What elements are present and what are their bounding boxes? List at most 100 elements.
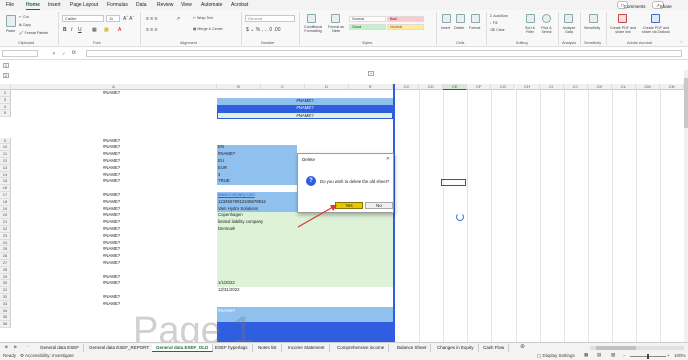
cell-b[interactable]: #NAME? (218, 294, 235, 301)
row-header[interactable]: 2 (0, 90, 11, 97)
row-header[interactable]: 12 (0, 158, 11, 165)
row-header[interactable]: 23 (0, 232, 11, 240)
cell-a[interactable]: #NAME? (103, 246, 120, 253)
row-header[interactable]: 4 (0, 103, 11, 111)
cut-button[interactable]: ✂ Cut (19, 15, 29, 19)
underline-icon[interactable]: U (78, 27, 82, 33)
row-header[interactable]: 11 (0, 151, 11, 158)
sheet-tab-active[interactable]: General data ESEF_OLD (152, 344, 214, 352)
menu-automate[interactable]: Automate (201, 2, 222, 8)
cell-b[interactable]: www.company.com (218, 192, 255, 199)
currency-icon[interactable]: $ ⌄ % , ←0 .00 (246, 27, 280, 33)
row-header[interactable]: 26 (0, 253, 11, 260)
close-icon[interactable]: ✕ (386, 156, 390, 162)
cell-a[interactable]: #NAME? (103, 233, 120, 240)
accessibility-status[interactable]: ⚙ Accessibility: Investigate (20, 353, 74, 359)
cell-b[interactable]: EN (218, 144, 224, 151)
cell-b[interactable]: Denmark (218, 226, 235, 233)
align-top-icon[interactable]: ≡ ≡ ≡ (146, 16, 158, 22)
clear-button[interactable]: ⌫ Clear (490, 28, 505, 32)
cell-b[interactable]: 1/1/2022 (218, 280, 235, 287)
vertical-scroll-thumb[interactable] (684, 78, 688, 128)
column-header[interactable]: CC (395, 84, 420, 90)
borders-icon[interactable]: ▦ (92, 27, 97, 33)
zoom-slider[interactable] (630, 353, 666, 359)
column-header-c[interactable]: C (261, 84, 305, 90)
row-header[interactable]: 24 (0, 239, 11, 247)
cell-a[interactable]: #NAME? (103, 280, 120, 287)
sort-filter-icon[interactable] (526, 14, 535, 23)
zoom-in-icon[interactable]: + (667, 353, 670, 358)
cell-b[interactable]: limited liability company (218, 219, 263, 226)
insert-cells-icon[interactable] (442, 14, 451, 23)
column-header[interactable]: CN (660, 84, 684, 90)
cell-a[interactable]: #NAME? (103, 151, 120, 158)
menu-view[interactable]: View (181, 2, 192, 8)
format-table-icon[interactable] (331, 14, 340, 23)
cell-a[interactable]: #NAME? (103, 294, 120, 301)
cell-a[interactable]: #NAME? (103, 178, 120, 185)
sheet-tab[interactable]: Comprehensive income (333, 344, 390, 352)
sheet-tab[interactable]: General data ESEF_REPORT (85, 344, 155, 352)
menu-formulas[interactable]: Formulas (107, 2, 128, 8)
row-header[interactable]: 27 (0, 260, 11, 267)
sheet-tab[interactable]: General data ESEF (36, 344, 85, 352)
row-header[interactable]: 16 (0, 185, 11, 192)
cell-a[interactable]: #NAME? (103, 206, 120, 213)
create-pdf-icon[interactable] (618, 14, 627, 23)
analyze-data-icon[interactable] (564, 14, 573, 23)
row-header[interactable]: 19 (0, 205, 11, 213)
menu-file[interactable]: File (6, 2, 14, 8)
align-left-icon[interactable]: ≡ ≡ ≡ (146, 27, 158, 33)
cell-a[interactable]: #NAME? (103, 172, 120, 179)
horizontal-scroll-thumb[interactable] (596, 346, 636, 350)
delete-cells-icon[interactable] (456, 14, 465, 23)
tab-prev-icon[interactable]: ◀ (4, 344, 7, 350)
style-neutral[interactable]: Neutral (387, 24, 424, 30)
vertical-scrollbar[interactable] (684, 70, 688, 342)
row-header[interactable]: 30 (0, 280, 11, 288)
paste-icon[interactable] (6, 15, 16, 27)
font-size-select[interactable]: 11 (106, 15, 120, 22)
row-header[interactable]: 22 (0, 226, 11, 233)
cell-a[interactable]: #NAME? (103, 192, 120, 199)
formula-input[interactable] (86, 50, 682, 57)
cell-b[interactable]: Vam Hydro Solutions (218, 206, 258, 213)
number-format-select[interactable]: General (245, 15, 295, 22)
font-color-icon[interactable]: A (118, 27, 121, 33)
column-header-d[interactable]: D (305, 84, 349, 90)
menu-acrobat[interactable]: Acrobat (231, 2, 248, 8)
add-sheet-icon[interactable]: ⊕ (520, 343, 525, 350)
italic-icon[interactable]: I (71, 27, 72, 33)
collapse-ribbon-icon[interactable]: ⌃ (680, 41, 683, 45)
cell-a[interactable]: #NAME? (103, 219, 120, 226)
row-header[interactable]: 33 (0, 300, 11, 308)
row-header[interactable]: 34 (0, 307, 11, 315)
cell-b[interactable]: TRUE (218, 178, 230, 185)
row-header[interactable]: 32 (0, 294, 11, 301)
zoom-level[interactable]: 100% (674, 353, 686, 358)
row-header[interactable]: 21 (0, 219, 11, 226)
style-bad[interactable]: Bad (387, 16, 424, 22)
column-header[interactable]: CJ (563, 84, 588, 90)
column-header[interactable]: CF (467, 84, 492, 90)
column-header[interactable]: CH (515, 84, 540, 90)
font-grow-icon[interactable]: Aˆ Aˇ (123, 16, 134, 22)
row-header[interactable]: 13 (0, 164, 11, 172)
cell-b[interactable]: #NAME? (218, 151, 235, 158)
copy-button[interactable]: ⧉ Copy (19, 23, 31, 27)
column-header[interactable]: CI (539, 84, 564, 90)
font-name-select[interactable]: Calibri (62, 15, 104, 22)
style-normal[interactable]: Normal (349, 16, 386, 22)
style-good[interactable]: Good (349, 24, 386, 30)
row-header[interactable]: 28 (0, 266, 11, 274)
menu-home[interactable]: Home (26, 2, 40, 10)
row-header[interactable]: 15 (0, 178, 11, 186)
cell-a[interactable]: #NAME? (103, 240, 120, 247)
cancel-icon[interactable]: ✕ (52, 51, 56, 57)
sheet-tab[interactable]: Changes in Equity (433, 344, 479, 352)
display-settings-button[interactable]: ▢ Display Settings (537, 353, 575, 359)
menu-insert[interactable]: Insert (48, 2, 61, 8)
cell-a[interactable]: #NAME? (103, 165, 120, 172)
cell-a[interactable]: #NAME? (103, 260, 120, 267)
